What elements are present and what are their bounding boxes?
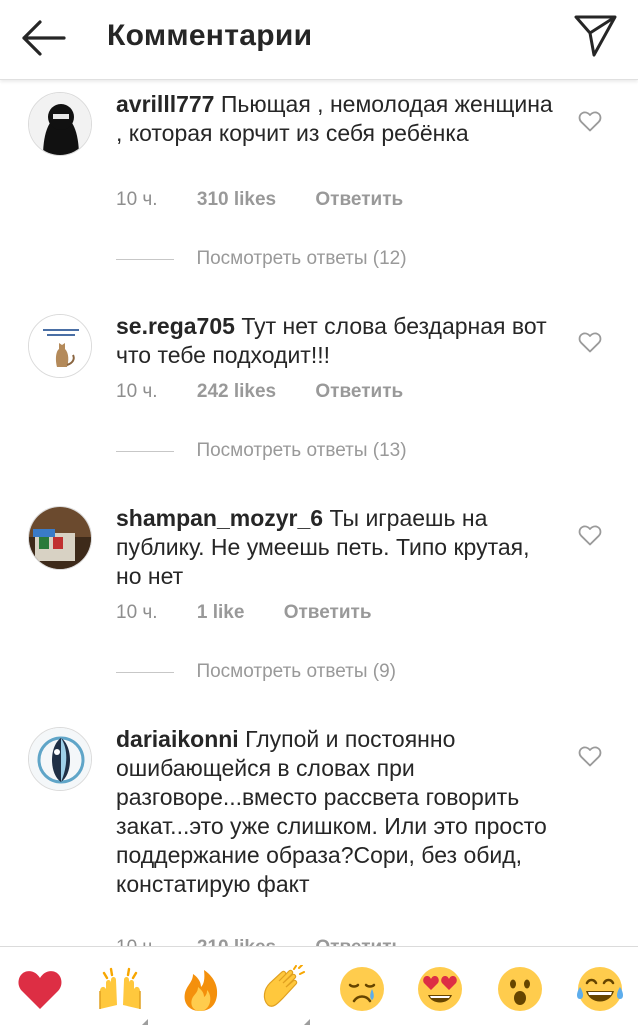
comment-username[interactable]: se.rega705 (116, 313, 235, 339)
fire-icon[interactable] (176, 965, 224, 1013)
reply-button[interactable]: Ответить (315, 937, 403, 946)
heart-outline-icon[interactable] (578, 745, 602, 767)
heart-outline-icon[interactable] (578, 524, 602, 546)
comment-meta: 10 ч. 210 likes Ответить (116, 937, 437, 946)
comment-text: dariaikonni Глупой и постоянно ошибающей… (116, 725, 556, 899)
divider (116, 671, 174, 673)
comment-meta: 10 ч. 242 likes Ответить (116, 381, 437, 403)
view-replies-button[interactable]: Посмотреть ответы (13) (116, 440, 407, 466)
avatar[interactable] (28, 727, 92, 791)
comment-meta: 10 ч. 1 like Ответить (116, 602, 406, 624)
reply-button[interactable]: Ответить (315, 381, 403, 403)
view-replies-button[interactable]: Посмотреть ответы (12) (116, 248, 407, 274)
arrow-left-icon (22, 20, 66, 56)
paper-plane-icon (574, 15, 617, 57)
view-replies-label: Посмотреть ответы (9) (196, 661, 396, 682)
comment-likes[interactable]: 210 likes (197, 937, 276, 946)
avatar[interactable] (28, 92, 92, 156)
clapping-hands-icon[interactable] (258, 965, 310, 1025)
comment-username[interactable]: avrilll777 (116, 91, 214, 117)
comment-likes[interactable]: 1 like (197, 602, 245, 624)
header-bar: Комментарии (0, 0, 638, 80)
back-button[interactable] (20, 18, 66, 58)
comment-username[interactable]: dariaikonni (116, 726, 239, 752)
heart-eyes-face-icon[interactable] (416, 965, 464, 1013)
comment-time: 10 ч. (116, 937, 158, 946)
comment-text: se.rega705 Тут нет слова бездарная вот ч… (116, 312, 556, 370)
astonished-face-icon[interactable] (496, 965, 544, 1013)
view-replies-button[interactable]: Посмотреть ответы (9) (116, 661, 396, 687)
view-replies-label: Посмотреть ответы (13) (196, 440, 407, 461)
divider (116, 258, 174, 260)
comment-likes[interactable]: 310 likes (197, 189, 276, 211)
comment-likes[interactable]: 242 likes (197, 381, 276, 403)
avatar[interactable] (28, 506, 92, 570)
comment-time: 10 ч. (116, 602, 158, 623)
crying-face-icon[interactable] (338, 965, 386, 1013)
red-heart-icon[interactable] (16, 965, 64, 1013)
variant-indicator (302, 1019, 310, 1025)
comment-time: 10 ч. (116, 381, 158, 402)
heart-outline-icon[interactable] (578, 110, 602, 132)
view-replies-label: Посмотреть ответы (12) (196, 248, 407, 269)
emoji-reaction-bar (0, 946, 638, 1025)
raising-hands-icon[interactable] (96, 965, 148, 1025)
comment-time: 10 ч. (116, 189, 158, 210)
share-button[interactable] (574, 14, 618, 58)
reply-button[interactable]: Ответить (315, 189, 403, 211)
reply-button[interactable]: Ответить (284, 602, 372, 624)
comment-text: avrilll777 Пьющая , немолодая женщина , … (116, 90, 556, 148)
avatar[interactable] (28, 314, 92, 378)
comment-username[interactable]: shampan_mozyr_6 (116, 505, 323, 531)
divider (116, 450, 174, 452)
comment-text: shampan_mozyr_6 Ты играешь на публику. Н… (116, 504, 556, 591)
page-title: Комментарии (107, 19, 313, 52)
tears-of-joy-face-icon[interactable] (576, 965, 624, 1013)
heart-outline-icon[interactable] (578, 331, 602, 353)
variant-indicator (140, 1019, 148, 1025)
comment-meta: 10 ч. 310 likes Ответить (116, 189, 437, 211)
comments-list: avrilll777 Пьющая , немолодая женщина , … (0, 80, 638, 946)
